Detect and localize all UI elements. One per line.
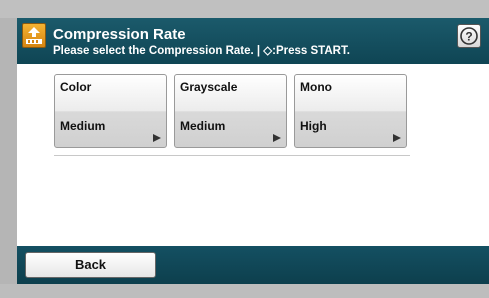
option-label-grayscale: Grayscale [180, 80, 238, 94]
divider [54, 155, 410, 156]
page-instruction: Please select the Compression Rate. | ◇:… [53, 45, 350, 57]
option-value-mono: High [300, 119, 327, 133]
back-button[interactable]: Back [25, 252, 156, 278]
option-value-grayscale: Medium [180, 119, 226, 133]
footer-bar: Back [17, 246, 489, 284]
option-label-color: Color [60, 80, 92, 94]
device-bezel-top [0, 0, 489, 18]
mono-compression-button[interactable]: Mono High [294, 74, 407, 148]
grayscale-compression-button[interactable]: Grayscale Medium [174, 74, 287, 148]
device-bezel-bottom [0, 284, 489, 298]
page-title: Compression Rate [53, 26, 186, 43]
triangle-right-icon [273, 134, 281, 142]
help-icon: ? [460, 27, 478, 45]
triangle-right-icon [393, 134, 401, 142]
scan-to-icon [22, 23, 46, 48]
option-value-color: Medium [60, 119, 106, 133]
option-label-mono: Mono [300, 80, 332, 94]
header-bar: Compression Rate Please select the Compr… [17, 18, 489, 64]
lcd-screen: Compression Rate Please select the Compr… [17, 18, 489, 284]
color-compression-button[interactable]: Color Medium [54, 74, 167, 148]
help-button[interactable]: ? [457, 24, 481, 48]
svg-text:?: ? [465, 30, 472, 44]
triangle-right-icon [153, 134, 161, 142]
